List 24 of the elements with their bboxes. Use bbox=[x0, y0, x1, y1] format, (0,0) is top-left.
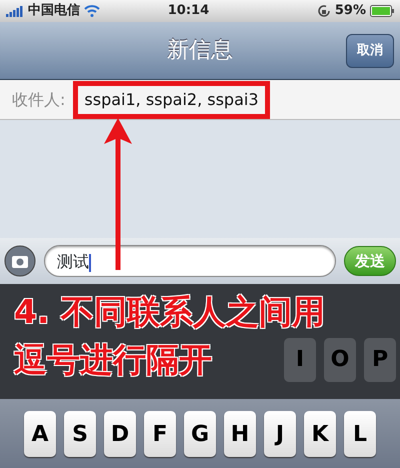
keyboard-key[interactable]: J bbox=[264, 411, 296, 457]
recipients-field[interactable]: sspai1, sspai2, sspai3 bbox=[73, 80, 270, 118]
clock-time: 10:14 bbox=[168, 2, 210, 20]
keyboard-key[interactable]: K bbox=[304, 411, 336, 457]
annotation-text: 逗号进行隔开 bbox=[14, 340, 212, 379]
annotation-text: 4. 不同联系人之间用 bbox=[14, 292, 325, 331]
keyboard-key[interactable]: D bbox=[104, 411, 136, 457]
wifi-icon bbox=[84, 5, 100, 17]
screen-title: 新信息 bbox=[167, 37, 233, 65]
battery-percentage: 59% bbox=[334, 2, 366, 20]
keyboard-key[interactable]: S bbox=[64, 411, 96, 457]
rotation-lock-icon bbox=[316, 4, 331, 18]
keyboard-key[interactable]: G bbox=[184, 411, 216, 457]
cancel-button[interactable]: 取消 bbox=[346, 34, 394, 68]
camera-button-icon[interactable] bbox=[4, 245, 36, 277]
recipients-label: 收件人: bbox=[12, 88, 66, 110]
carrier-name: 中国电信 bbox=[28, 2, 80, 20]
keyboard-key[interactable]: L bbox=[344, 411, 376, 457]
keyboard-key[interactable]: H bbox=[224, 411, 256, 457]
message-input-field[interactable]: 测试 bbox=[44, 245, 336, 277]
battery-icon bbox=[370, 5, 394, 17]
signal-icon bbox=[6, 6, 24, 16]
keyboard-key[interactable]: A bbox=[24, 411, 56, 457]
keyboard-key[interactable]: F bbox=[144, 411, 176, 457]
